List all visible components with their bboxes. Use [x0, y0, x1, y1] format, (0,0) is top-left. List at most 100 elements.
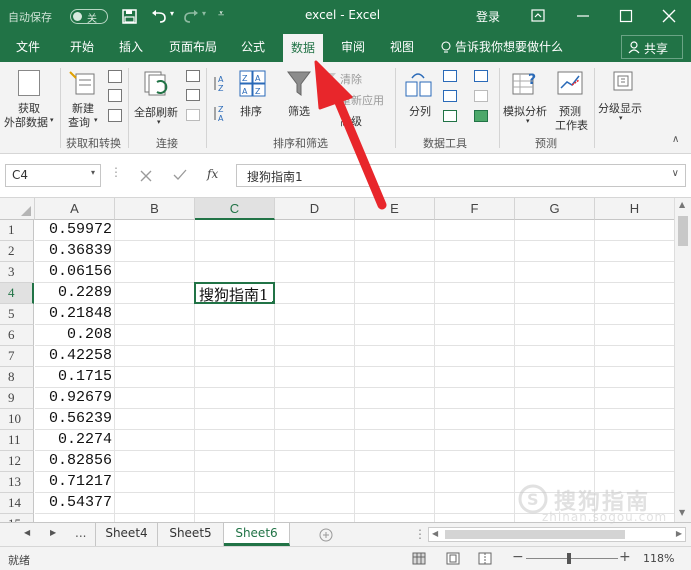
what-if-label[interactable]: 模拟分析	[503, 103, 547, 119]
column-header-g[interactable]: G	[515, 198, 595, 220]
refresh-all-label[interactable]: 全部刷新	[134, 104, 178, 120]
cell-c8[interactable]	[195, 367, 275, 388]
horizontal-scrollbar[interactable]: ◀ ▶	[428, 527, 686, 542]
cell-a3[interactable]: 0.06156	[35, 262, 115, 283]
minimize-icon[interactable]	[576, 9, 590, 23]
row-header-8[interactable]: 8	[0, 367, 34, 388]
sheet-tab-sheet4[interactable]: Sheet4	[95, 523, 158, 546]
insert-function-icon[interactable]: fx	[207, 167, 218, 181]
row-header-9[interactable]: 9	[0, 388, 34, 409]
cell-e2[interactable]	[355, 241, 435, 262]
cell-e13[interactable]	[355, 472, 435, 493]
cell-c2[interactable]	[195, 241, 275, 262]
cell-d1[interactable]	[275, 220, 355, 241]
cell-f4[interactable]	[435, 283, 515, 304]
column-header-a[interactable]: A	[35, 198, 115, 220]
cell-g11[interactable]	[515, 430, 595, 451]
cell-h11[interactable]	[595, 430, 675, 451]
connections-icon[interactable]	[186, 70, 200, 82]
cell-g4[interactable]	[515, 283, 595, 304]
cell-g8[interactable]	[515, 367, 595, 388]
clear-label[interactable]: 清除	[340, 71, 362, 87]
cell-f3[interactable]	[435, 262, 515, 283]
zoom-in-icon[interactable]: +	[619, 549, 631, 565]
cell-a14[interactable]: 0.54377	[35, 493, 115, 514]
row-header-10[interactable]: 10	[0, 409, 34, 430]
confirm-entry-icon[interactable]	[173, 169, 187, 181]
manage-data-model-icon[interactable]	[474, 110, 488, 122]
sort-a-to-z-icon[interactable]: A Z	[213, 74, 231, 92]
cell-b7[interactable]	[115, 346, 195, 367]
cell-a1[interactable]: 0.59972	[35, 220, 115, 241]
page-layout-view-icon[interactable]	[446, 552, 460, 565]
drag-handle-icon[interactable]: ⋮	[110, 165, 122, 179]
cell-f2[interactable]	[435, 241, 515, 262]
cell-h8[interactable]	[595, 367, 675, 388]
tab-home[interactable]: 开始	[70, 38, 94, 55]
save-icon[interactable]	[122, 9, 138, 25]
cell-c1[interactable]	[195, 220, 275, 241]
tab-insert[interactable]: 插入	[119, 38, 143, 55]
cell-h7[interactable]	[595, 346, 675, 367]
cell-g12[interactable]	[515, 451, 595, 472]
cell-g2[interactable]	[515, 241, 595, 262]
get-external-data-label-2[interactable]: 外部数据	[4, 114, 48, 130]
normal-view-icon[interactable]	[412, 552, 426, 565]
data-validation-icon[interactable]	[443, 110, 457, 122]
login-link[interactable]: 登录	[476, 8, 500, 25]
filter-label[interactable]: 筛选	[288, 103, 310, 119]
tab-file[interactable]: 文件	[16, 38, 40, 55]
cell-b1[interactable]	[115, 220, 195, 241]
cell-h3[interactable]	[595, 262, 675, 283]
row-header-7[interactable]: 7	[0, 346, 34, 367]
properties-icon[interactable]	[186, 89, 200, 101]
cell-f1[interactable]	[435, 220, 515, 241]
expand-formula-bar-icon[interactable]: ∨	[672, 168, 679, 179]
row-header-3[interactable]: 3	[0, 262, 34, 283]
row-header-1[interactable]: 1	[0, 220, 34, 241]
tab-formulas[interactable]: 公式	[241, 38, 265, 55]
tab-page-layout[interactable]: 页面布局	[169, 38, 217, 55]
cell-g1[interactable]	[515, 220, 595, 241]
close-icon[interactable]	[662, 9, 676, 23]
sheet-tab-sheet6[interactable]: Sheet6	[224, 523, 290, 546]
fill-handle[interactable]	[271, 300, 273, 302]
cell-c10[interactable]	[195, 409, 275, 430]
cell-f13[interactable]	[435, 472, 515, 493]
cell-g10[interactable]	[515, 409, 595, 430]
cell-f8[interactable]	[435, 367, 515, 388]
cell-f5[interactable]	[435, 304, 515, 325]
tab-review[interactable]: 审阅	[341, 38, 365, 55]
cell-g9[interactable]	[515, 388, 595, 409]
column-header-h[interactable]: H	[595, 198, 675, 220]
zoom-level[interactable]: 118%	[643, 552, 674, 565]
cell-c14[interactable]	[195, 493, 275, 514]
cell-f7[interactable]	[435, 346, 515, 367]
horizontal-scroll-thumb[interactable]	[445, 530, 625, 539]
cell-a12[interactable]: 0.82856	[35, 451, 115, 472]
cell-a6[interactable]: 0.208	[35, 325, 115, 346]
maximize-icon[interactable]	[619, 9, 633, 23]
cell-c13[interactable]	[195, 472, 275, 493]
page-break-view-icon[interactable]	[478, 552, 492, 565]
column-header-b[interactable]: B	[115, 198, 195, 220]
customize-qat-icon[interactable]: ⩡	[218, 7, 224, 21]
cell-b11[interactable]	[115, 430, 195, 451]
cell-b9[interactable]	[115, 388, 195, 409]
cell-e12[interactable]	[355, 451, 435, 472]
cell-c11[interactable]	[195, 430, 275, 451]
scroll-left-icon[interactable]: ◀	[432, 529, 438, 538]
redo-dropdown-icon[interactable]: ▾	[202, 9, 206, 18]
row-header-12[interactable]: 12	[0, 451, 34, 472]
cell-a2[interactable]: 0.36839	[35, 241, 115, 262]
column-header-f[interactable]: F	[435, 198, 515, 220]
cell-d3[interactable]	[275, 262, 355, 283]
row-header-4[interactable]: 4	[0, 283, 34, 304]
undo-dropdown-icon[interactable]: ▾	[170, 9, 174, 18]
tell-me-search[interactable]: 告诉我你想要做什么	[455, 38, 563, 55]
cell-a13[interactable]: 0.71217	[35, 472, 115, 493]
flash-fill-icon[interactable]	[443, 70, 457, 82]
cell-d4[interactable]	[275, 283, 355, 304]
tab-view[interactable]: 视图	[390, 38, 414, 55]
cell-b5[interactable]	[115, 304, 195, 325]
